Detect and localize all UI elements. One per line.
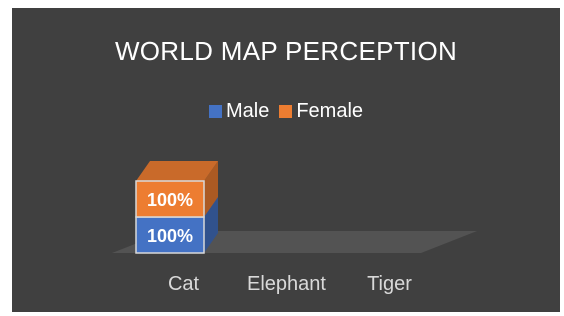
plot-area: Cat Elephant Tiger 100% 100% xyxy=(112,161,477,295)
category-label-tiger: Tiger xyxy=(367,273,412,295)
chart-area: WORLD MAP PERCEPTION Male Female Cat Elep… xyxy=(12,8,560,312)
bar-top-cat-female xyxy=(136,161,218,181)
data-label-cat-female: 100% xyxy=(147,190,193,210)
data-label-cat-male: 100% xyxy=(147,226,193,246)
category-label-cat: Cat xyxy=(168,273,200,295)
category-label-elephant: Elephant xyxy=(247,273,326,295)
